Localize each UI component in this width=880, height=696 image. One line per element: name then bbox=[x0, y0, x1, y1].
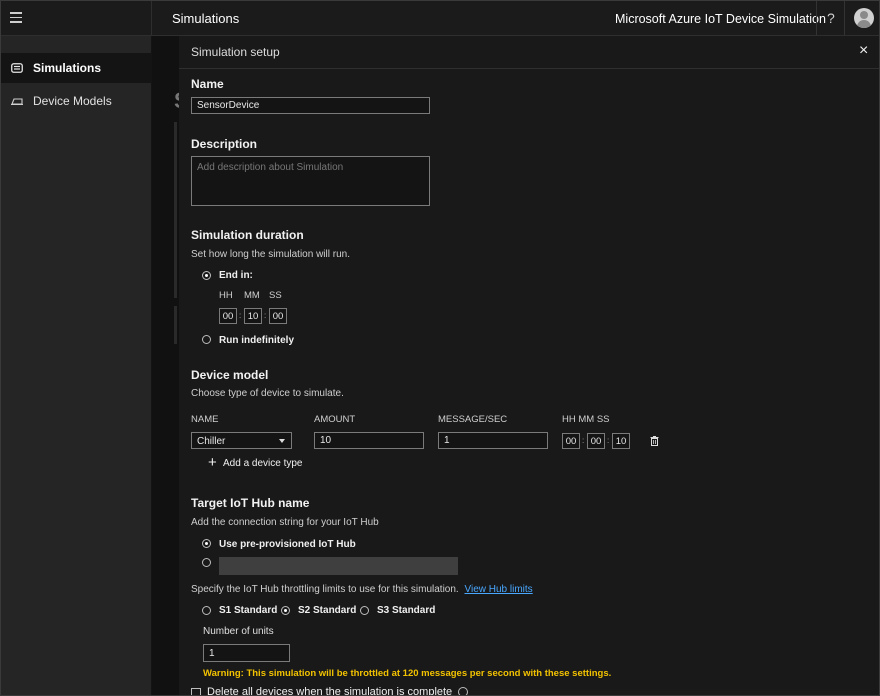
device-type-select[interactable]: Chiller bbox=[191, 432, 292, 449]
tier-s1-radio[interactable] bbox=[202, 606, 211, 615]
duration-seconds-input[interactable] bbox=[269, 308, 287, 324]
divider bbox=[844, 1, 845, 35]
duration-minutes-input[interactable] bbox=[244, 308, 262, 324]
name-label: Name bbox=[191, 77, 224, 91]
custom-hub-radio[interactable] bbox=[202, 558, 211, 567]
time-separator: : bbox=[582, 436, 585, 445]
iot-hub-label: Target IoT Hub name bbox=[191, 496, 310, 510]
preprovisioned-hub-radio[interactable] bbox=[202, 539, 211, 548]
sidebar-item-label: Device Models bbox=[33, 94, 112, 108]
duration-label: Simulation duration bbox=[191, 228, 304, 242]
run-indefinitely-radio[interactable] bbox=[202, 335, 211, 344]
hh-label: HH bbox=[219, 290, 233, 301]
app-window: Simulations Microsoft Azure IoT Device S… bbox=[0, 0, 880, 696]
page-title: Simulations bbox=[172, 11, 240, 26]
panel-header: Simulation setup × bbox=[179, 36, 879, 69]
divider bbox=[174, 122, 177, 298]
chevron-down-icon bbox=[279, 439, 285, 443]
sidebar-item-device-models[interactable]: Device Models bbox=[1, 86, 151, 116]
run-indefinitely-label: Run indefinitely bbox=[219, 335, 294, 346]
column-header-message-sec: MESSAGE/SEC bbox=[438, 414, 508, 425]
warning-text: This simulation will be throttled at 120… bbox=[246, 668, 612, 679]
panel-title: Simulation setup bbox=[191, 45, 280, 59]
warning-prefix: Warning: bbox=[203, 668, 244, 679]
delete-devices-text: Delete all devices when the simulation i… bbox=[207, 686, 453, 696]
column-header-name: NAME bbox=[191, 414, 219, 425]
divider bbox=[174, 306, 177, 344]
device-model-label: Device model bbox=[191, 368, 269, 382]
sidebar: Simulations Device Models bbox=[1, 36, 151, 695]
preprovisioned-hub-label: Use pre-provisioned IoT Hub bbox=[219, 539, 356, 550]
duration-help: Set how long the simulation will run. bbox=[191, 249, 350, 260]
delete-devices-label: Delete all devices when the simulation i… bbox=[207, 686, 469, 696]
tier-s3-label: S3 Standard bbox=[377, 605, 436, 616]
top-bar: Simulations Microsoft Azure IoT Device S… bbox=[1, 1, 879, 36]
throttle-warning: Warning: This simulation will be throttl… bbox=[203, 668, 611, 679]
simulations-icon bbox=[11, 63, 23, 73]
close-icon[interactable]: × bbox=[859, 42, 868, 60]
interval-hours-input[interactable] bbox=[562, 433, 580, 449]
duration-hours-input[interactable] bbox=[219, 308, 237, 324]
name-input[interactable] bbox=[191, 97, 430, 114]
avatar[interactable] bbox=[854, 8, 874, 28]
view-hub-limits-link[interactable]: View Hub limits bbox=[465, 584, 533, 595]
units-input[interactable] bbox=[203, 644, 290, 662]
top-bar-left bbox=[1, 1, 152, 35]
units-label: Number of units bbox=[203, 626, 274, 637]
help-icon[interactable]: ? bbox=[827, 10, 835, 26]
description-field[interactable] bbox=[191, 156, 430, 206]
sidebar-item-simulations[interactable]: Simulations bbox=[1, 53, 151, 83]
info-icon[interactable] bbox=[458, 687, 469, 695]
throttle-text: Specify the IoT Hub throttling limits to… bbox=[191, 584, 533, 595]
time-separator: : bbox=[264, 311, 267, 320]
message-sec-input[interactable] bbox=[438, 432, 548, 449]
end-in-radio[interactable] bbox=[202, 271, 211, 280]
iot-hub-help: Add the connection string for your IoT H… bbox=[191, 517, 379, 528]
amount-input[interactable] bbox=[314, 432, 424, 449]
device-model-help: Choose type of device to simulate. bbox=[191, 388, 344, 399]
column-header-interval: HH MM SS bbox=[562, 414, 610, 425]
ss-label: SS bbox=[269, 290, 282, 301]
end-in-label: End in: bbox=[219, 270, 253, 281]
tier-s2-radio[interactable] bbox=[281, 606, 290, 615]
sidebar-item-label: Simulations bbox=[33, 61, 102, 75]
connection-string-input[interactable] bbox=[219, 557, 458, 575]
simulation-setup-panel: Simulation setup × Name Description Simu… bbox=[179, 36, 879, 696]
device-type-value: Chiller bbox=[197, 436, 226, 447]
time-separator: : bbox=[239, 311, 242, 320]
tier-s3-radio[interactable] bbox=[360, 606, 369, 615]
time-separator: : bbox=[607, 436, 610, 445]
add-device-type-label: Add a device type bbox=[223, 458, 303, 469]
interval-seconds-input[interactable] bbox=[612, 433, 630, 449]
interval-minutes-input[interactable] bbox=[587, 433, 605, 449]
tier-s1-label: S1 Standard bbox=[219, 605, 278, 616]
product-name: Microsoft Azure IoT Device Simulation bbox=[615, 12, 826, 26]
plus-icon: + bbox=[208, 454, 217, 471]
divider bbox=[816, 1, 817, 35]
trash-icon[interactable] bbox=[650, 436, 659, 446]
column-header-amount: AMOUNT bbox=[314, 414, 356, 425]
mm-label: MM bbox=[244, 290, 260, 301]
description-label: Description bbox=[191, 137, 258, 151]
throttle-description: Specify the IoT Hub throttling limits to… bbox=[191, 584, 459, 595]
hamburger-menu-icon[interactable] bbox=[10, 12, 22, 23]
delete-devices-checkbox[interactable] bbox=[191, 688, 201, 695]
device-models-icon bbox=[11, 98, 23, 105]
tier-s2-label: S2 Standard bbox=[298, 605, 357, 616]
